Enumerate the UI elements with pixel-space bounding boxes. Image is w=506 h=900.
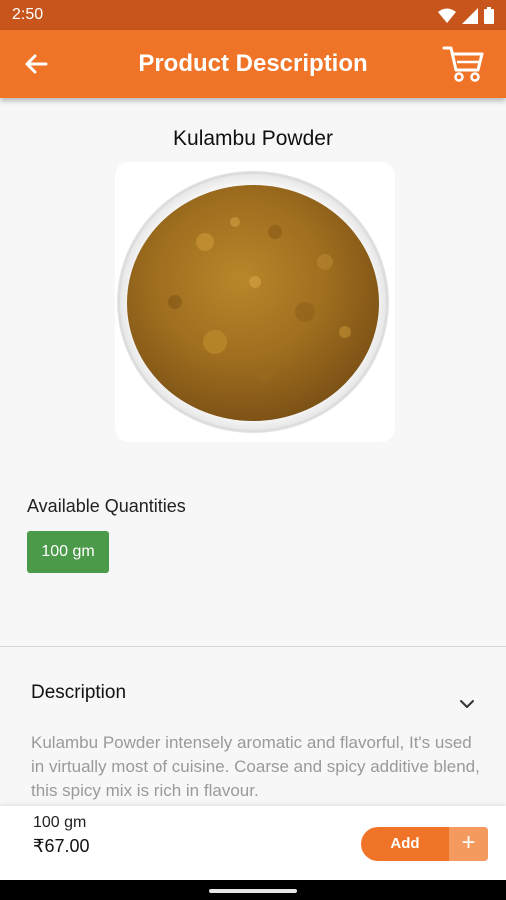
add-button-label: Add	[390, 835, 420, 852]
divider	[0, 646, 506, 647]
available-quantities-label: Available Quantities	[27, 496, 186, 516]
product-image	[115, 162, 395, 442]
status-icons	[438, 7, 494, 24]
bottom-bar: 100 gm ₹67.00 Add +	[0, 806, 506, 880]
battery-icon	[484, 7, 494, 24]
selected-quantity: 100 gm	[33, 814, 87, 831]
status-bar: 2:50	[0, 0, 506, 30]
add-to-cart-button[interactable]: Add +	[361, 827, 488, 861]
signal-icon	[462, 7, 478, 24]
status-time: 2:50	[12, 6, 44, 23]
description-text: Kulambu Powder intensely aromatic and fl…	[31, 733, 480, 800]
quantity-chip-100gm[interactable]: 100 gm	[27, 531, 109, 573]
wifi-icon	[438, 8, 456, 23]
spice-powder-bowl-image	[117, 171, 389, 433]
system-nav-bar	[0, 880, 506, 900]
product-name: Kulambu Powder	[173, 127, 333, 150]
description-title: Description	[31, 682, 127, 703]
plus-icon[interactable]: +	[449, 827, 488, 861]
shopping-cart-icon[interactable]	[442, 44, 486, 84]
chevron-down-icon[interactable]	[458, 697, 476, 711]
app-bar: Product Description	[0, 30, 506, 98]
price: ₹67.00	[33, 836, 90, 856]
page-title: Product Description	[138, 50, 368, 77]
home-handle[interactable]	[209, 889, 297, 893]
